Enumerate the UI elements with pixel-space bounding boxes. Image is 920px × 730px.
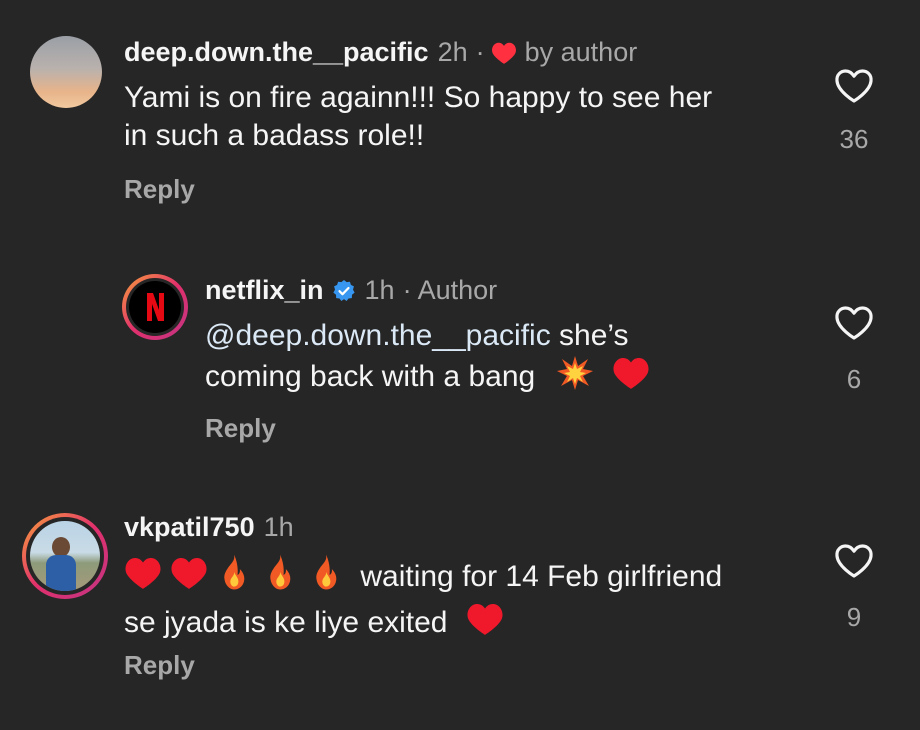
like-count: 36 — [839, 124, 869, 154]
fire-emoji — [216, 553, 252, 601]
comment-2-reply: netflix_in 1h · Author @deep.down.the__p… — [0, 230, 920, 480]
separator-dot: · — [475, 37, 485, 67]
timestamp: 2h — [437, 37, 468, 67]
reply-button[interactable]: Reply — [124, 650, 195, 681]
comment-text: Yami is on fire againn!!! So happy to se… — [124, 79, 712, 155]
comment-text: @deep.down.the__pacific she’s coming bac… — [205, 317, 650, 401]
timestamp: 1h — [263, 512, 294, 542]
red-heart-emoji — [170, 555, 208, 601]
comment-line-1: waiting for 14 Feb girlfriend — [124, 553, 722, 601]
verified-badge-icon — [332, 279, 356, 303]
mention-link[interactable]: @deep.down.the__pacific — [205, 319, 551, 352]
red-heart-emoji — [466, 601, 504, 647]
like-count: 6 — [846, 364, 862, 394]
by-author-label: by author — [524, 37, 638, 67]
comment-header: deep.down.the__pacific 2h · by author — [124, 37, 637, 68]
comment-header: netflix_in 1h · Author — [205, 275, 497, 306]
red-heart-emoji — [124, 555, 162, 601]
liked-by-author-heart-icon — [491, 41, 517, 65]
comment-line-1-text: waiting for 14 Feb girlfriend — [360, 560, 723, 593]
comment-line-1: Yami is on fire againn!!! So happy to se… — [124, 81, 713, 114]
comment-line-2: in such a badass role!! — [124, 119, 425, 152]
collision-emoji — [556, 355, 594, 401]
comment-line-1: @deep.down.the__pacific she’s — [205, 317, 650, 355]
separator-dot: · — [402, 275, 412, 305]
fire-emoji — [262, 553, 298, 601]
comment-1: deep.down.the__pacific 2h · by author Ya… — [0, 0, 920, 230]
heart-outline-icon[interactable] — [834, 68, 874, 104]
comment-line-2: coming back with a bang — [205, 355, 650, 401]
comment-header: vkpatil750 1h — [124, 512, 294, 543]
avatar-netflix-in[interactable] — [122, 274, 188, 340]
author-label: Author — [417, 275, 498, 305]
reply-button[interactable]: Reply — [205, 413, 276, 444]
profile-photo — [30, 521, 100, 591]
comment-text: waiting for 14 Feb girlfriend se jyada i… — [124, 553, 722, 647]
red-heart-emoji — [612, 355, 650, 401]
comment-3: vkpatil750 1h waiting for 14 Feb girlfri… — [0, 480, 920, 730]
timestamp: 1h — [364, 275, 395, 305]
avatar-vkpatil750[interactable] — [22, 513, 108, 599]
avatar-deep-down-the-pacific[interactable] — [30, 36, 102, 108]
heart-outline-icon[interactable] — [834, 305, 874, 341]
username[interactable]: netflix_in — [205, 275, 324, 306]
username[interactable]: deep.down.the__pacific — [124, 37, 429, 68]
comment-line-2: se jyada is ke liye exited — [124, 601, 722, 647]
like-count: 9 — [846, 602, 862, 632]
comment-line-2-text: coming back with a bang — [205, 360, 536, 393]
heart-outline-icon[interactable] — [834, 543, 874, 579]
reply-button[interactable]: Reply — [124, 174, 195, 205]
username[interactable]: vkpatil750 — [124, 512, 255, 543]
netflix-logo — [129, 281, 181, 333]
comment-line-2-text: se jyada is ke liye exited — [124, 606, 448, 639]
fire-emoji — [308, 553, 344, 601]
comment-line-1-rest: she’s — [550, 319, 629, 352]
